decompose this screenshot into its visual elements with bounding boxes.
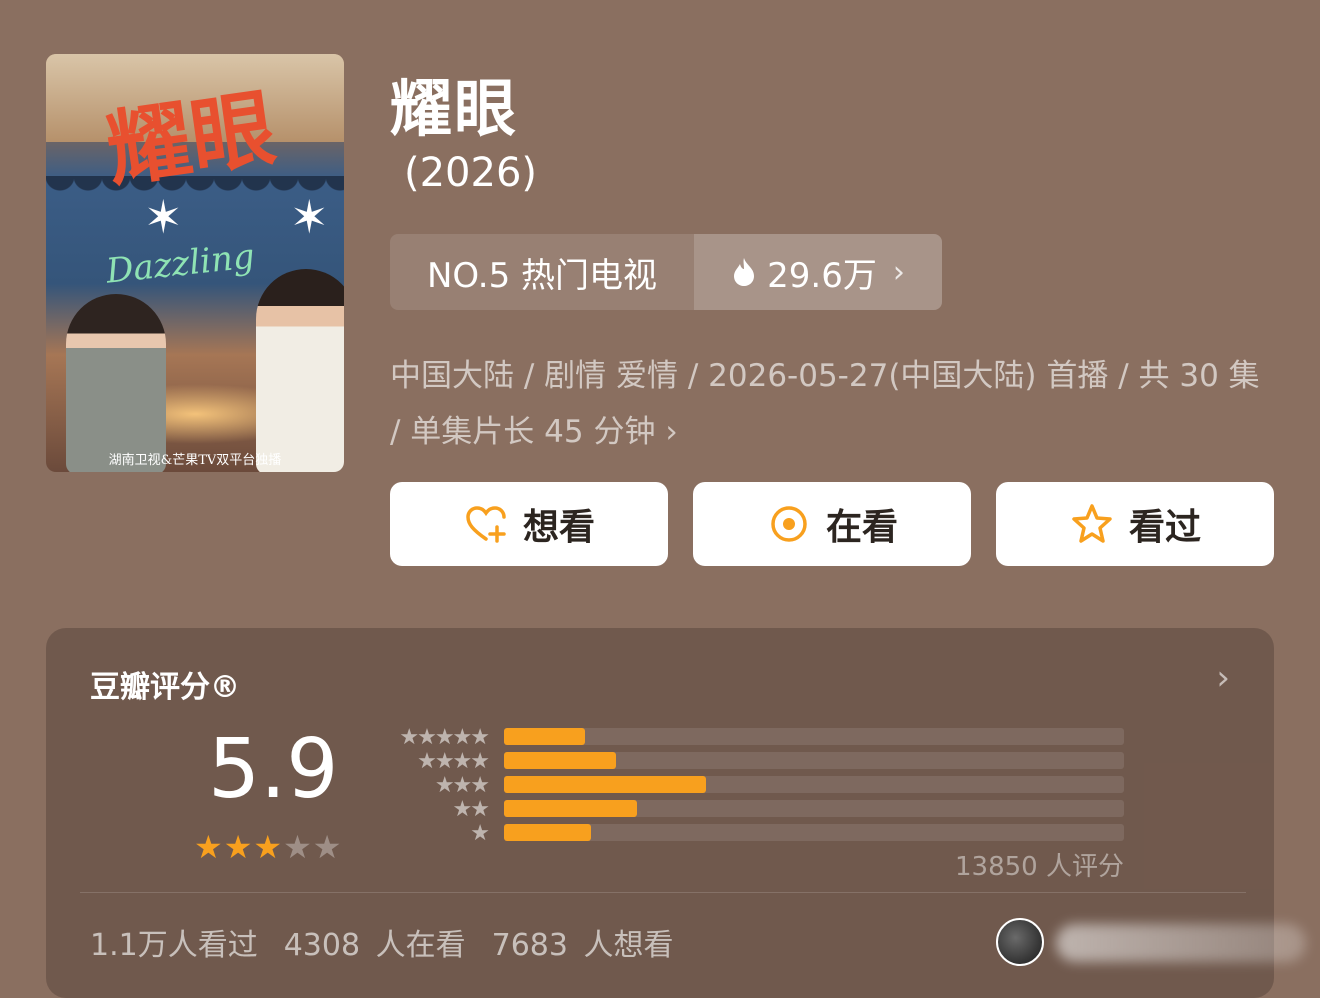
star-filled-icon: ★: [194, 828, 224, 866]
poster-figure-right: [256, 269, 344, 472]
three-star-icon: ★★★: [434, 773, 490, 798]
star-level-labels: ★★★★★ ★★★★ ★★★ ★★ ★: [399, 725, 490, 846]
rank-pill[interactable]: NO.5 热门电视 29.6万 ›: [390, 234, 942, 310]
heart-plus-icon: [466, 506, 506, 543]
bar-5-star: [504, 728, 585, 745]
want-label: 想看: [522, 507, 595, 548]
rank-label: NO.5 热门电视: [426, 255, 658, 296]
poster-star-right: ✶: [290, 190, 329, 244]
page-title: 耀眼: [390, 72, 519, 145]
watching-circle-icon: [771, 506, 807, 542]
one-star-icon: ★: [470, 821, 490, 846]
watched-count[interactable]: 1.1万人看过: [90, 928, 258, 963]
watched-button[interactable]: 看过: [996, 482, 1274, 566]
bar-4-star: [504, 752, 616, 769]
watching-count[interactable]: 4308 人在看: [284, 928, 466, 963]
bar-3-star: [504, 776, 706, 793]
five-star-icon: ★★★★★: [399, 725, 490, 750]
watching-label: 在看: [825, 507, 898, 548]
chevron-right-icon[interactable]: ›: [1216, 658, 1230, 698]
bar-track: [504, 824, 1124, 841]
rating-stars: ★★★★★: [194, 828, 342, 866]
poster-figure-left: [66, 294, 166, 472]
poster-star-left: ✶: [144, 190, 183, 244]
want-button[interactable]: 想看: [390, 482, 668, 566]
heat-link[interactable]: 29.6万 ›: [694, 234, 942, 310]
star-filled-icon: ★: [223, 828, 254, 866]
bar-track: [504, 776, 1124, 793]
rating-label: 豆瓣评分®: [90, 670, 240, 705]
star-empty-icon: ★: [312, 828, 343, 866]
poster-title-art: 耀眼: [100, 77, 281, 200]
watched-label: 看过: [1128, 507, 1201, 548]
heat-value: 29.6万: [767, 255, 877, 296]
star-empty-icon: ★: [283, 828, 313, 866]
poster-image[interactable]: ✶ ✶ 耀眼 Dazzling 湖南卫视&芒果TV双平台独播: [46, 54, 344, 472]
four-star-icon: ★★★★: [417, 749, 490, 774]
divider: [80, 892, 1246, 893]
watching-button[interactable]: 在看: [693, 482, 971, 566]
chevron-right-icon: ›: [665, 414, 678, 450]
star-filled-icon: ★: [253, 828, 284, 866]
rating-distribution: [504, 728, 1124, 848]
two-star-icon: ★★: [452, 797, 490, 822]
flame-icon: [734, 258, 755, 286]
blurred-username: [1056, 924, 1306, 962]
bar-track: [504, 728, 1124, 745]
poster-caption: 湖南卫视&芒果TV双平台独播: [108, 453, 282, 468]
bar-2-star: [504, 800, 638, 817]
meta-info[interactable]: 中国大陆 / 剧情 爱情 / 2026-05-27(中国大陆) 首播 / 共 3…: [390, 348, 1270, 460]
release-year: (2026): [404, 150, 538, 196]
bar-1-star: [504, 824, 591, 841]
avatar[interactable]: [996, 918, 1044, 966]
rating-card[interactable]: 豆瓣评分® › 5.9 ★★★★★ ★★★★★ ★★★★ ★★★ ★★ ★ 13…: [46, 628, 1306, 998]
audience-stats: 1.1万人看过 4308 人在看 7683 人想看: [90, 920, 700, 964]
bar-track: [504, 752, 1124, 769]
poster-subtitle-art: Dazzling: [104, 236, 257, 292]
rating-count: 13850 人评分: [955, 852, 1124, 882]
meta-text: 中国大陆 / 剧情 爱情 / 2026-05-27(中国大陆) 首播 / 共 3…: [390, 358, 1260, 450]
want-count[interactable]: 7683 人想看: [492, 928, 674, 963]
rating-score: 5.9: [208, 722, 339, 817]
star-outline-icon: [1072, 504, 1112, 543]
chevron-right-icon: ›: [892, 254, 905, 290]
bar-track: [504, 800, 1124, 817]
